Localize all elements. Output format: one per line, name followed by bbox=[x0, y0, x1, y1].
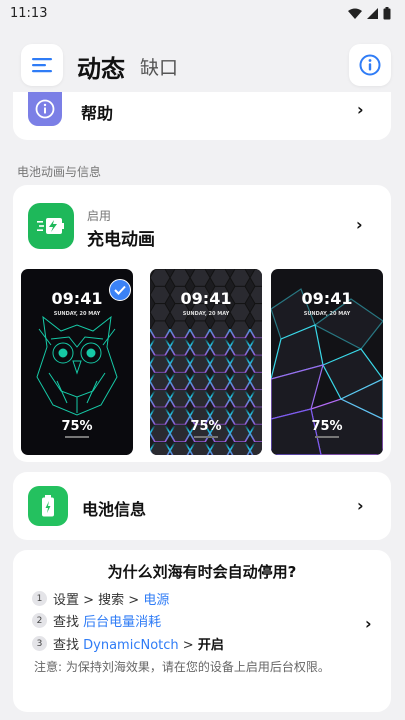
info-button[interactable] bbox=[349, 44, 391, 86]
thumbnail-date: SUNDAY, 20 MAY bbox=[53, 311, 101, 317]
thumbnail-percent: 75% bbox=[190, 419, 222, 434]
status-time: 11:13 bbox=[10, 5, 48, 21]
chevron-right-icon: › bbox=[357, 100, 364, 119]
battery-info-row[interactable]: 电池信息 › bbox=[13, 472, 391, 540]
step-highlight: 电源 bbox=[143, 593, 170, 608]
battery-info-label: 电池信息 bbox=[82, 500, 147, 519]
step-2: 2 查找 后台电量消耗 bbox=[32, 611, 161, 630]
menu-icon bbox=[32, 58, 52, 73]
charging-battery-icon bbox=[37, 218, 64, 234]
info-circle-icon bbox=[35, 99, 55, 119]
charging-animation-card: 启用 充电动画 › 09:41 SUNDAY, 20 MAY 75% 09:41… bbox=[13, 185, 391, 462]
thumbnail-percent: 75% bbox=[61, 419, 93, 434]
animation-thumbnail-crystal[interactable]: 09:41 SUNDAY, 20 MAY 75% bbox=[271, 269, 383, 455]
step-text: 设置 > 搜索 > 电源 bbox=[53, 589, 169, 608]
status-icons bbox=[348, 6, 391, 20]
thumbnail-time: 09:41 bbox=[301, 289, 353, 308]
why-title: 为什么刘海有时会自动停用? bbox=[107, 563, 297, 581]
step-3: 3 查找 DynamicNotch > 开启 bbox=[32, 634, 224, 653]
step-highlight: DynamicNotch bbox=[83, 638, 179, 653]
step-number: 2 bbox=[32, 613, 47, 628]
chevron-right-icon[interactable]: › bbox=[356, 215, 363, 234]
status-bar: 11:13 bbox=[0, 0, 405, 26]
charging-animation-title[interactable]: 充电动画 bbox=[87, 225, 155, 250]
step-text: 查找 后台电量消耗 bbox=[53, 611, 161, 630]
animation-thumbnail-hexagon[interactable]: 09:41 SUNDAY, 20 MAY 75% bbox=[150, 269, 262, 455]
help-label: 帮助 bbox=[81, 104, 114, 123]
menu-button[interactable] bbox=[21, 44, 63, 86]
app-header: 动态 缺口 bbox=[0, 40, 405, 90]
wifi-icon bbox=[348, 8, 362, 19]
step-1: 1 设置 > 搜索 > 电源 bbox=[32, 589, 169, 608]
step-suffix: 开启 bbox=[197, 638, 224, 653]
chevron-right-icon: › bbox=[357, 496, 364, 515]
step-number: 1 bbox=[32, 591, 47, 606]
battery-status-icon bbox=[383, 6, 391, 19]
selected-check-icon bbox=[109, 279, 131, 301]
page-subtitle: 缺口 bbox=[140, 57, 179, 79]
step-number: 3 bbox=[32, 636, 47, 651]
step-prefix: 查找 bbox=[53, 638, 84, 653]
charging-status-label: 启用 bbox=[87, 209, 112, 223]
info-icon bbox=[359, 54, 381, 76]
chevron-right-icon: › bbox=[365, 614, 372, 633]
why-disabled-card[interactable]: 为什么刘海有时会自动停用? 1 设置 > 搜索 > 电源 2 查找 后台电量消耗… bbox=[13, 550, 391, 712]
step-text: 查找 DynamicNotch > 开启 bbox=[53, 634, 224, 653]
thumbnail-indicator bbox=[194, 436, 218, 438]
battery-icon bbox=[42, 495, 54, 517]
charging-icon-tile bbox=[28, 203, 74, 249]
thumbnail-date: SUNDAY, 20 MAY bbox=[182, 311, 230, 317]
step-prefix: 查找 bbox=[53, 615, 84, 630]
step-operator: > bbox=[178, 638, 198, 653]
thumbnail-date: SUNDAY, 20 MAY bbox=[303, 311, 351, 317]
help-row[interactable]: 帮助 › bbox=[13, 92, 391, 140]
thumbnail-indicator bbox=[315, 436, 339, 438]
signal-icon bbox=[367, 7, 378, 19]
animation-thumbnail-owl[interactable]: 09:41 SUNDAY, 20 MAY 75% bbox=[21, 269, 133, 455]
help-icon-tile bbox=[28, 92, 62, 126]
thumbnail-percent: 75% bbox=[311, 419, 343, 434]
step-highlight: 后台电量消耗 bbox=[83, 615, 162, 630]
section-label: 电池动画与信息 bbox=[17, 165, 102, 179]
battery-icon-tile bbox=[28, 486, 68, 526]
permission-note: 注意: 为保持刘海效果，请在您的设备上启用后台权限。 bbox=[34, 660, 330, 674]
thumbnail-time: 09:41 bbox=[180, 289, 232, 308]
page-title: 动态 bbox=[77, 55, 125, 83]
step-prefix: 设置 > 搜索 > bbox=[53, 593, 144, 608]
thumbnail-indicator bbox=[65, 436, 89, 438]
